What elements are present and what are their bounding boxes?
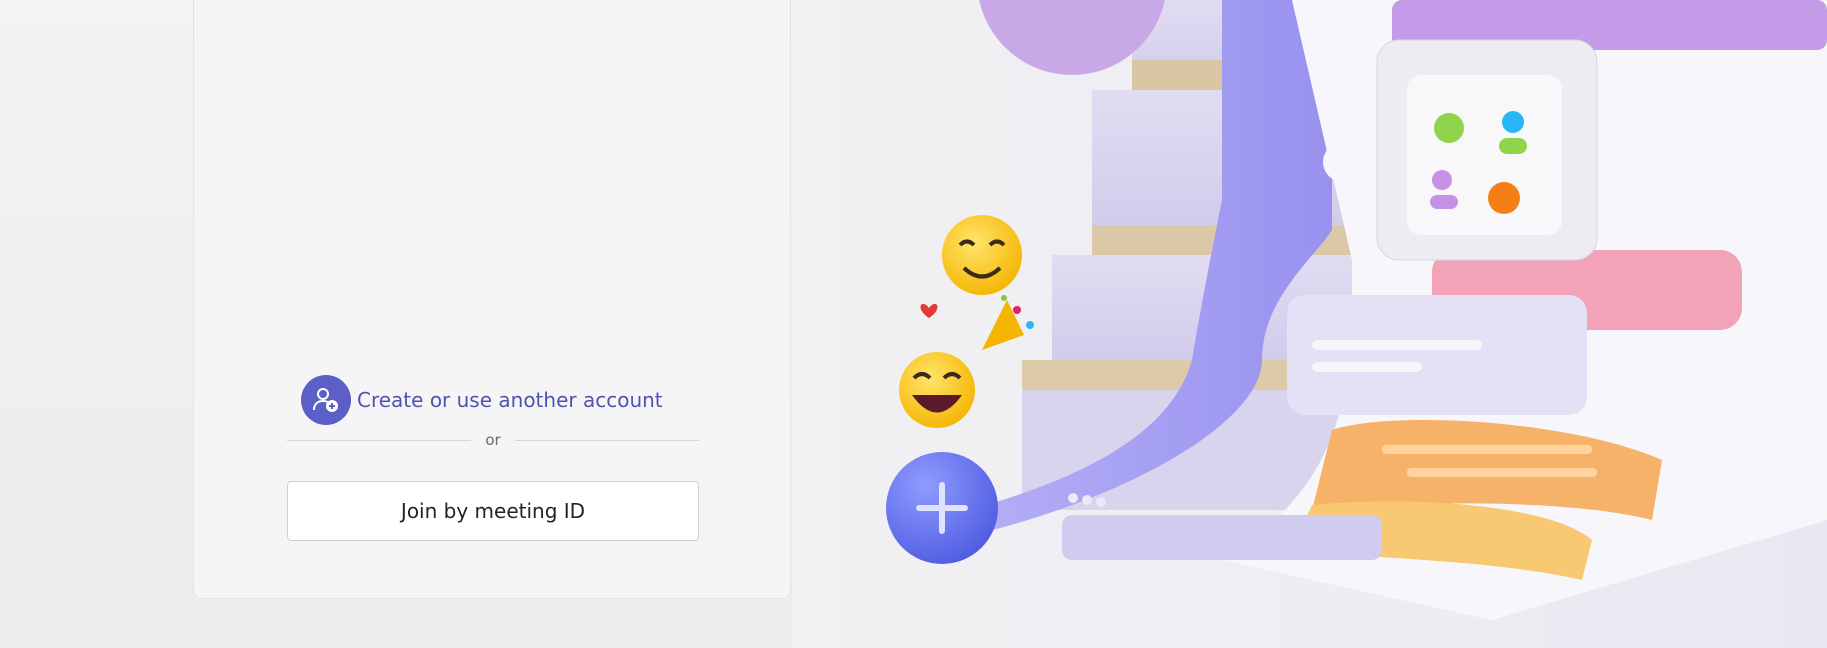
join-by-meeting-id-button[interactable]: Join by meeting ID xyxy=(287,481,699,541)
create-account-option[interactable]: Create or use another account xyxy=(301,375,663,425)
person-add-icon xyxy=(301,375,351,425)
divider-text: or xyxy=(485,431,501,449)
hero-illustration xyxy=(792,0,1827,648)
divider-line-left xyxy=(287,439,472,441)
create-account-label[interactable]: Create or use another account xyxy=(357,388,663,412)
divider-line-right xyxy=(514,439,700,441)
hero-art xyxy=(886,0,1827,620)
sign-in-panel: Create or use another account or Join by… xyxy=(193,0,791,599)
or-divider: or xyxy=(287,430,700,450)
